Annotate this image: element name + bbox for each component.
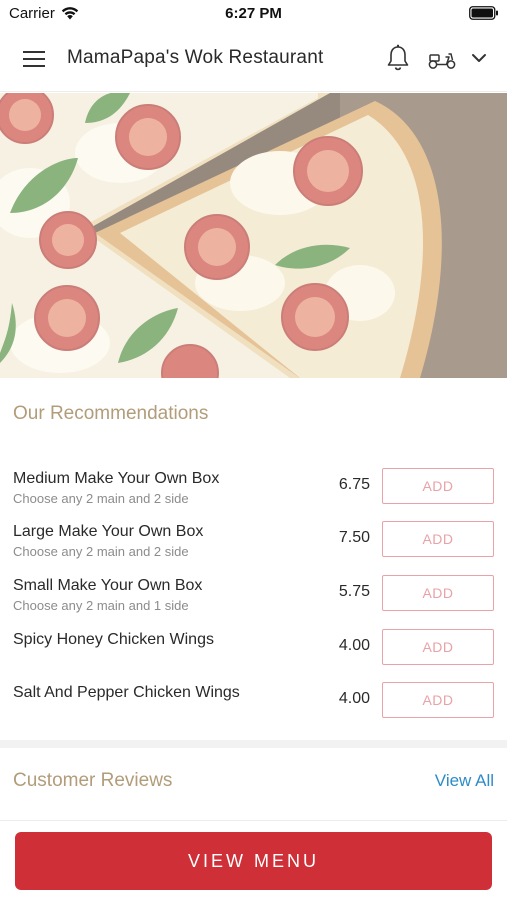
list-item: Spicy Honey Chicken Wings 4.00 ADD [0,621,507,673]
status-time: 6:27 PM [225,5,282,22]
list-item: Medium Make Your Own Box Choose any 2 ma… [0,460,507,512]
bottom-bar: VIEW MENU [0,820,507,900]
battery-icon [469,6,498,20]
item-name: Spicy Honey Chicken Wings [13,631,214,648]
chevron-down-icon[interactable] [470,50,488,66]
item-description: Choose any 2 main and 2 side [13,544,189,559]
item-price: 4.00 [338,637,370,654]
view-all-link[interactable]: View All [435,771,494,791]
view-menu-button[interactable]: VIEW MENU [15,832,492,890]
item-name: Small Make Your Own Box [13,577,203,594]
recommendations-title: Our Recommendations [13,403,209,424]
add-button[interactable]: ADD [382,682,494,718]
nav-bar: MamaPapa's Wok Restaurant [0,28,507,92]
hero-image [0,93,507,378]
menu-icon[interactable] [22,48,46,70]
status-bar: Carrier 6:27 PM [0,0,507,28]
item-price: 4.00 [338,690,370,707]
item-description: Choose any 2 main and 2 side [13,491,189,506]
add-button[interactable]: ADD [382,521,494,557]
list-item: Large Make Your Own Box Choose any 2 mai… [0,513,507,565]
add-button[interactable]: ADD [382,575,494,611]
list-item: Salt And Pepper Chicken Wings 4.00 ADD [0,674,507,726]
item-name: Salt And Pepper Chicken Wings [13,684,240,701]
item-name: Medium Make Your Own Box [13,470,220,487]
item-price: 6.75 [338,476,370,493]
item-price: 7.50 [338,529,370,546]
hero-overlay [0,93,507,378]
item-description: Choose any 2 main and 1 side [13,598,189,613]
item-name: Large Make Your Own Box [13,523,204,540]
bell-icon[interactable] [386,44,410,72]
add-button[interactable]: ADD [382,468,494,504]
restaurant-title: MamaPapa's Wok Restaurant [67,47,324,68]
reviews-title: Customer Reviews [13,770,173,791]
list-item: Small Make Your Own Box Choose any 2 mai… [0,567,507,619]
scooter-icon[interactable] [427,48,457,70]
item-price: 5.75 [338,583,370,600]
add-button[interactable]: ADD [382,629,494,665]
section-divider [0,740,507,748]
